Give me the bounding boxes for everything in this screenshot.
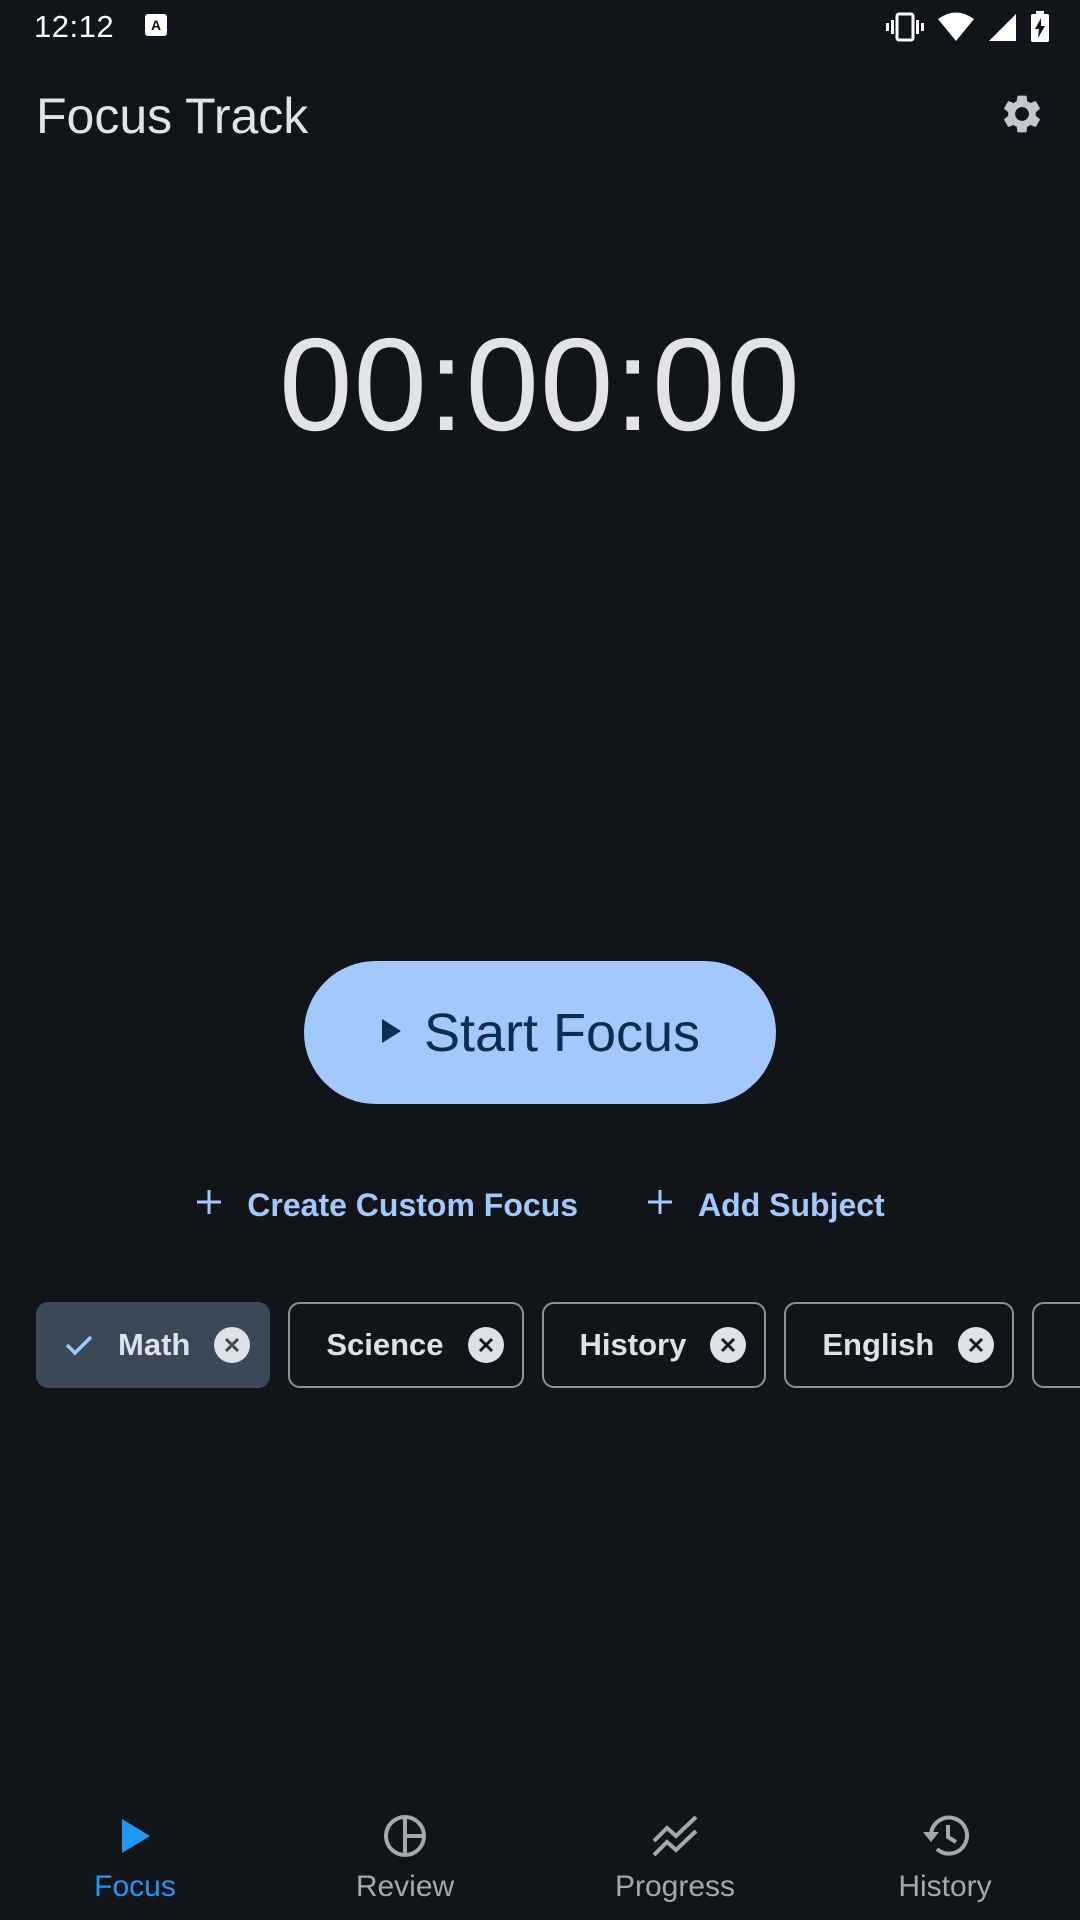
battery-charging-icon bbox=[1030, 11, 1050, 43]
remove-chip-icon[interactable] bbox=[467, 1327, 504, 1363]
status-bar: 12:12 A bbox=[0, 0, 1080, 54]
create-custom-focus-label: Create Custom Focus bbox=[247, 1186, 579, 1223]
bottom-navigation: Focus Review Progress History bbox=[0, 1780, 1080, 1920]
subject-chip-label: English bbox=[822, 1327, 935, 1362]
nav-label: Progress bbox=[614, 1870, 736, 1903]
timer-display: 00:00:00 bbox=[279, 311, 801, 458]
nav-item-progress[interactable]: Progress bbox=[540, 1780, 810, 1904]
keyboard-notification-icon: A bbox=[144, 13, 168, 42]
subject-chip-label: Science bbox=[326, 1327, 444, 1362]
svg-text:A: A bbox=[151, 17, 161, 33]
start-focus-label: Start Focus bbox=[423, 1002, 701, 1063]
subject-chip-row: Math Science History English bbox=[36, 1302, 1080, 1388]
subject-chip-history[interactable]: History bbox=[541, 1302, 767, 1388]
wifi-icon bbox=[938, 12, 974, 42]
subject-chip-english[interactable]: English bbox=[784, 1302, 1015, 1388]
vibrate-icon bbox=[886, 12, 924, 42]
nav-label: Focus bbox=[94, 1870, 176, 1903]
subject-chip-partial[interactable] bbox=[1032, 1302, 1080, 1388]
settings-button[interactable] bbox=[990, 84, 1054, 148]
plus-icon bbox=[195, 1187, 223, 1224]
cell-signal-icon bbox=[988, 12, 1016, 42]
remove-chip-icon[interactable] bbox=[214, 1327, 251, 1363]
history-icon bbox=[921, 1810, 969, 1862]
secondary-actions: Create Custom Focus Add Subject bbox=[0, 1170, 1080, 1240]
play-icon bbox=[380, 1018, 402, 1047]
play-icon bbox=[118, 1810, 152, 1862]
start-focus-button[interactable]: Start Focus bbox=[304, 961, 776, 1104]
subject-chip-label: History bbox=[579, 1327, 687, 1362]
pie-chart-icon bbox=[382, 1810, 428, 1862]
app-title: Focus Track bbox=[36, 88, 309, 144]
add-subject-button[interactable]: Add Subject bbox=[646, 1187, 885, 1224]
nav-item-history[interactable]: History bbox=[810, 1780, 1080, 1904]
nav-item-review[interactable]: Review bbox=[270, 1780, 540, 1904]
gear-icon bbox=[999, 91, 1045, 142]
nav-label: Review bbox=[355, 1870, 455, 1903]
nav-label: History bbox=[898, 1870, 992, 1903]
remove-chip-icon[interactable] bbox=[958, 1327, 995, 1363]
trending-icon bbox=[651, 1810, 699, 1862]
remove-chip-icon[interactable] bbox=[710, 1327, 747, 1363]
app-bar: Focus Track bbox=[0, 72, 1080, 160]
check-icon bbox=[64, 1333, 94, 1357]
nav-item-focus[interactable]: Focus bbox=[0, 1780, 270, 1904]
subject-chip-label: Math bbox=[118, 1327, 191, 1362]
add-subject-label: Add Subject bbox=[698, 1186, 885, 1223]
plus-icon bbox=[646, 1187, 674, 1224]
subject-chip-science[interactable]: Science bbox=[288, 1302, 524, 1388]
create-custom-focus-button[interactable]: Create Custom Focus bbox=[195, 1187, 578, 1224]
subject-chip-math[interactable]: Math bbox=[36, 1302, 271, 1388]
status-time: 12:12 bbox=[34, 9, 115, 44]
